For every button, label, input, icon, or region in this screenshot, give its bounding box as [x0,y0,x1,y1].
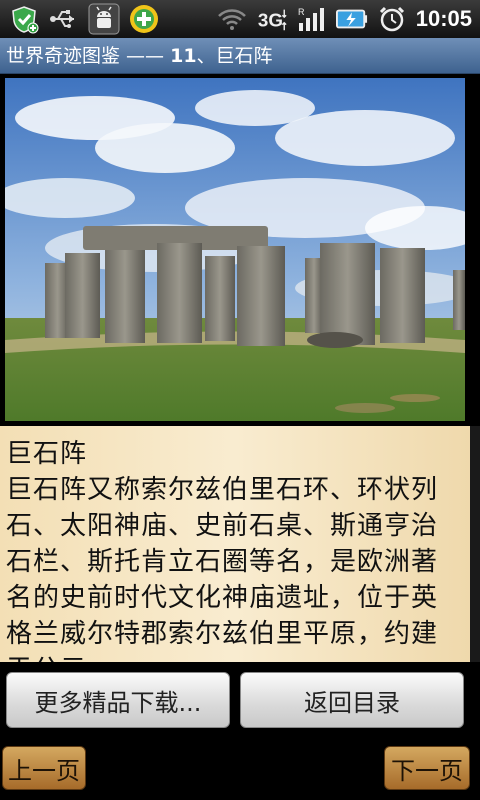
back-to-index-button[interactable]: 返回目录 [240,672,464,728]
status-bar: 3G R 10:05 [0,0,480,38]
signal-icon: R [296,3,328,35]
article-body: 巨石阵又称索尔兹伯里石环、环状列石、太阳神庙、史前石桌、斯通亨治石栏、斯托肯立石… [6,475,439,662]
svg-text:3G: 3G [258,10,283,31]
article-heading: 巨石阵 [6,439,88,469]
page-title: 世界奇迹图鉴 —— 11、巨石阵 [0,38,480,74]
svg-text:R: R [298,7,305,17]
alarm-icon [376,3,408,35]
article-scrollbar[interactable] [470,426,480,662]
usb-icon [48,3,80,35]
title-prefix: 世界奇迹图鉴 —— [6,45,171,67]
title-number: 11 [170,45,197,67]
next-page-button[interactable]: 下一页 [384,746,470,790]
android-debug-icon [88,3,120,35]
battery-charging-icon [335,3,368,35]
article-panel[interactable]: 巨石阵 巨石阵又称索尔兹伯里石环、环状列石、太阳神庙、史前石桌、斯通亨治石栏、斯… [0,426,470,662]
3g-data-icon: 3G [256,3,288,35]
shield-update-icon [8,3,40,35]
more-downloads-button[interactable]: 更多精品下载... [6,672,230,728]
stonehenge-photo [5,78,465,421]
status-time: 10:05 [415,6,472,31]
prev-page-button[interactable]: 上一页 [2,746,86,790]
wifi-icon [216,3,248,35]
360-security-icon [128,3,160,35]
title-suffix: 、巨石阵 [196,45,273,67]
